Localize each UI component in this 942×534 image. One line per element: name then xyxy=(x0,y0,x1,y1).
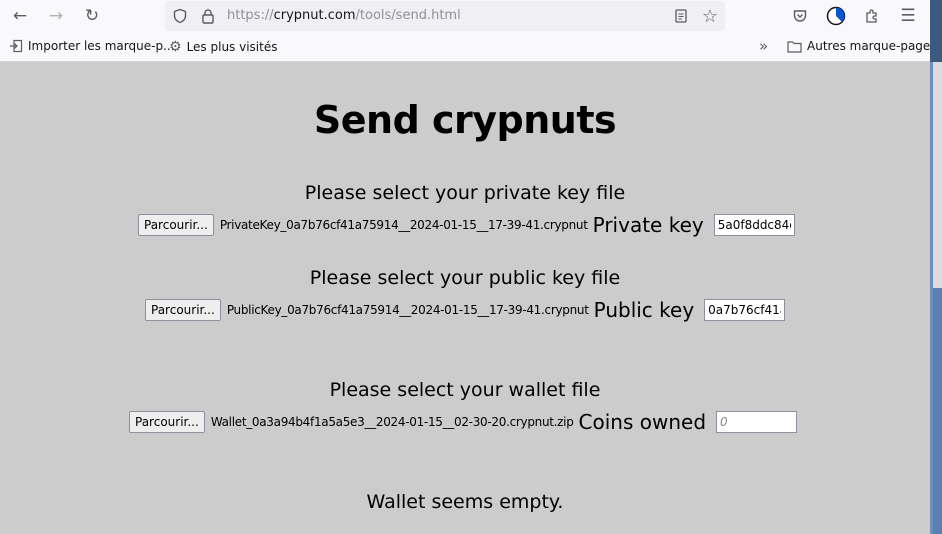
import-icon xyxy=(10,39,23,53)
page-title: Send crypnuts xyxy=(313,98,617,142)
extensions-button[interactable] xyxy=(859,4,885,28)
private-key-heading: Please select your private key file xyxy=(304,182,626,204)
folder-icon xyxy=(787,40,802,53)
back-arrow-icon: ← xyxy=(12,6,28,26)
url-path: /tools/send.html xyxy=(355,8,461,23)
public-key-input[interactable] xyxy=(704,299,786,321)
navigation-toolbar: ← → ↻ https://crypnut.com/tools/send.htm… xyxy=(0,0,930,32)
puzzle-icon xyxy=(866,9,877,23)
bookmark-label: Les plus visités xyxy=(186,40,278,54)
coins-owned-input[interactable] xyxy=(716,411,798,433)
wallet-row: Parcourir... Wallet_0a3a94b4f1a5a5e3__20… xyxy=(129,410,798,434)
wallet-heading: Please select your wallet file xyxy=(329,379,601,401)
forward-button[interactable]: → xyxy=(43,4,69,28)
public-key-browse-button[interactable]: Parcourir... xyxy=(145,299,221,321)
bookmarks-toolbar: Importer les marque-p... ⚙ Les plus visi… xyxy=(0,34,937,62)
bookmark-import[interactable]: Importer les marque-p... xyxy=(9,39,175,53)
private-key-row: Parcourir... PrivateKey_0a7b76cf41a75914… xyxy=(138,213,795,237)
hamburger-menu-icon: ☰ xyxy=(900,6,916,26)
back-button[interactable]: ← xyxy=(7,4,33,28)
account-avatar-icon xyxy=(826,6,846,26)
url-scheme: https:// xyxy=(227,8,274,23)
chevron-double-right-icon: » xyxy=(759,37,769,55)
bookmark-most-visited[interactable]: ⚙ Les plus visités xyxy=(169,39,277,55)
wallet-filename: Wallet_0a3a94b4f1a5a5e3__2024-01-15__02-… xyxy=(210,415,574,429)
public-key-heading: Please select your public key file xyxy=(309,267,621,289)
window-edge xyxy=(930,0,942,62)
wallet-browse-button[interactable]: Parcourir... xyxy=(129,411,205,433)
private-key-browse-button[interactable]: Parcourir... xyxy=(138,214,214,236)
reader-view-icon[interactable] xyxy=(670,5,692,27)
page-scrollbar[interactable] xyxy=(930,62,942,534)
star-glyph: ☆ xyxy=(701,5,719,27)
lock-icon[interactable] xyxy=(197,5,219,27)
bookmark-star-icon[interactable]: ☆ xyxy=(699,5,721,27)
app-menu-button[interactable]: ☰ xyxy=(895,4,921,28)
browser-chrome: ← → ↻ https://crypnut.com/tools/send.htm… xyxy=(0,0,942,62)
url-bar[interactable]: https://crypnut.com/tools/send.html ☆ xyxy=(165,1,725,31)
public-key-row: Parcourir... PublicKey_0a7b76cf41a75914_… xyxy=(145,298,786,322)
forward-arrow-icon: → xyxy=(48,6,64,26)
private-key-label: Private key xyxy=(592,213,704,237)
wallet-status-message: Wallet seems empty. xyxy=(366,491,564,513)
private-key-filename: PrivateKey_0a7b76cf41a75914__2024-01-15_… xyxy=(219,218,588,232)
reload-icon: ↻ xyxy=(84,6,100,26)
url-text[interactable]: https://crypnut.com/tools/send.html xyxy=(227,8,461,23)
scrollbar-thumb[interactable] xyxy=(933,288,942,534)
public-key-label: Public key xyxy=(593,298,695,322)
pocket-icon xyxy=(793,10,807,22)
other-bookmarks-folder[interactable]: Autres marque-pages xyxy=(787,39,937,53)
bookmark-label: Importer les marque-p... xyxy=(28,39,175,53)
gear-icon: ⚙ xyxy=(169,39,182,55)
coins-owned-label: Coins owned xyxy=(578,410,707,434)
url-host: crypnut.com xyxy=(273,8,356,23)
bookmarks-overflow-button[interactable]: » xyxy=(759,37,768,55)
pocket-button[interactable] xyxy=(787,4,813,28)
account-button[interactable] xyxy=(823,4,849,28)
shield-icon[interactable] xyxy=(169,5,191,27)
private-key-input[interactable] xyxy=(713,214,795,236)
page-content: Send crypnuts Please select your private… xyxy=(0,62,930,534)
other-bookmarks-label: Autres marque-pages xyxy=(807,39,937,53)
reload-button[interactable]: ↻ xyxy=(79,4,105,28)
public-key-filename: PublicKey_0a7b76cf41a75914__2024-01-15__… xyxy=(226,303,589,317)
